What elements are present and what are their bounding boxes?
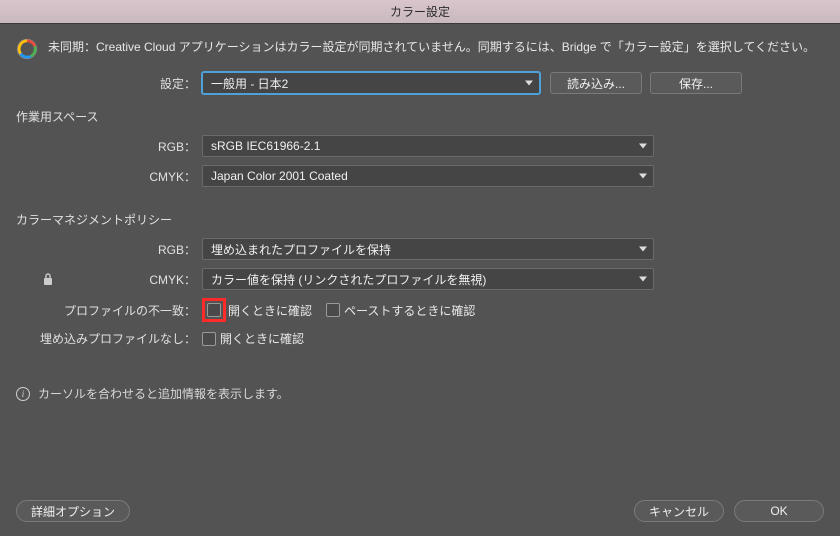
policy-rgb-label: RGB： (16, 241, 202, 258)
settings-label: 設定： (16, 75, 202, 92)
settings-select[interactable]: 一般用 - 日本2 (202, 72, 540, 94)
workspace-cmyk-label: CMYK： (16, 168, 202, 185)
policy-rgb-select[interactable]: 埋め込まれたプロファイルを保持 (202, 238, 654, 260)
ok-button[interactable]: OK (734, 500, 824, 522)
policy-heading: カラーマネジメントポリシー (16, 211, 824, 228)
mismatch-open-label[interactable]: 開くときに確認 (228, 302, 312, 319)
missing-profile-label: 埋め込みプロファイルなし： (16, 330, 202, 347)
chevron-down-icon (639, 174, 647, 179)
advanced-options-button[interactable]: 詳細オプション (16, 500, 130, 522)
cancel-button[interactable]: キャンセル (634, 500, 724, 522)
mismatch-paste-checkbox[interactable] (326, 303, 340, 317)
info-icon: i (16, 387, 30, 401)
load-button[interactable]: 読み込み... (550, 72, 642, 94)
save-button[interactable]: 保存... (650, 72, 742, 94)
window-titlebar: カラー設定 (0, 0, 840, 24)
workspace-cmyk-select[interactable]: Japan Color 2001 Coated (202, 165, 654, 187)
mismatch-paste-label[interactable]: ペーストするときに確認 (326, 302, 475, 319)
info-hint-text: カーソルを合わせると追加情報を表示します。 (38, 385, 289, 402)
chevron-down-icon (639, 247, 647, 252)
sync-status-text: 未同期：Creative Cloud アプリケーションはカラー設定が同期されてい… (48, 38, 824, 57)
mismatch-open-checkbox[interactable] (207, 303, 221, 317)
lock-icon (42, 272, 54, 286)
chevron-down-icon (639, 144, 647, 149)
chevron-down-icon (525, 81, 533, 86)
chevron-down-icon (639, 277, 647, 282)
window-title: カラー設定 (390, 3, 450, 20)
workspace-rgb-label: RGB： (16, 138, 202, 155)
profile-mismatch-label: プロファイルの不一致： (16, 302, 202, 319)
workspace-rgb-select[interactable]: sRGB IEC61966-2.1 (202, 135, 654, 157)
missing-open-checkbox[interactable] (202, 332, 216, 346)
cloud-sync-icon (16, 38, 38, 60)
highlight-marker (202, 298, 226, 322)
policy-cmyk-select[interactable]: カラー値を保持 (リンクされたプロファイルを無視) (202, 268, 654, 290)
missing-open-label[interactable]: 開くときに確認 (202, 330, 304, 347)
workspace-heading: 作業用スペース (16, 108, 824, 125)
